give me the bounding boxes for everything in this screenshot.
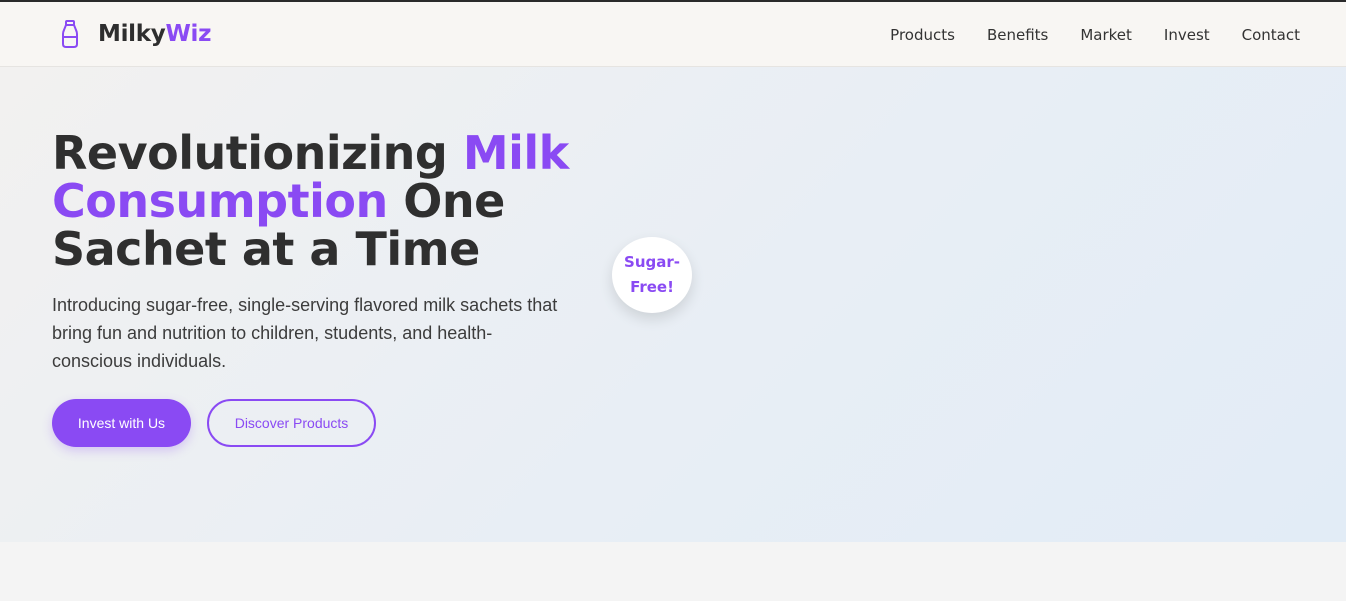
brand-name: MilkyWiz: [98, 21, 212, 47]
nav-link-products[interactable]: Products: [890, 26, 955, 44]
invest-button[interactable]: Invest with Us: [52, 399, 191, 447]
sugar-free-badge: Sugar-Free!: [612, 237, 692, 313]
brand-logo[interactable]: MilkyWiz: [60, 18, 212, 50]
main-nav: Products Benefits Market Invest Contact: [890, 2, 1300, 67]
nav-link-market[interactable]: Market: [1080, 26, 1132, 44]
hero-subtitle: Introducing sugar-free, single-serving f…: [52, 295, 558, 371]
next-section: [0, 542, 1346, 601]
hero-section: Revolutionizing Milk Consumption One Sac…: [0, 67, 1346, 542]
nav-link-contact[interactable]: Contact: [1242, 26, 1300, 44]
nav-link-invest[interactable]: Invest: [1164, 26, 1210, 44]
navbar: MilkyWiz Products Benefits Market Invest…: [0, 2, 1346, 67]
discover-products-button[interactable]: Discover Products: [207, 399, 376, 447]
milk-bottle-icon: [62, 20, 78, 48]
badge-label: Sugar-Free!: [624, 253, 680, 296]
nav-link-benefits[interactable]: Benefits: [987, 26, 1048, 44]
hero-title: Revolutionizing Milk Consumption One Sac…: [52, 126, 569, 276]
